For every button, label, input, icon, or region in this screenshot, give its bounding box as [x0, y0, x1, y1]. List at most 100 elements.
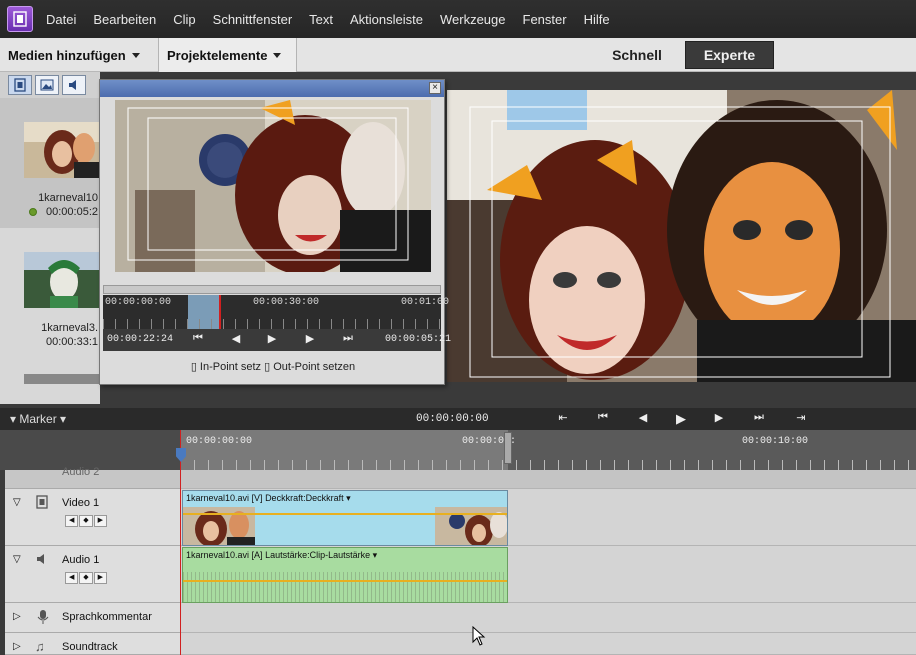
speaker-icon [35, 552, 49, 569]
app-icon[interactable] [7, 6, 33, 32]
go-to-start-icon[interactable]: ⏮ [594, 411, 612, 427]
track-audio2[interactable] [180, 470, 916, 489]
next-keyframe-icon[interactable]: ▶ [93, 515, 107, 527]
step-back-icon[interactable]: ◀ [227, 332, 245, 348]
next-marker-icon[interactable]: ⇥ [792, 411, 810, 427]
video-clip[interactable]: 1karneval10.avi [V] Deckkraft:Deckkraft … [182, 490, 508, 546]
toolbar: Medien hinzufügen Projektelemente Schnel… [0, 38, 916, 72]
play-icon[interactable]: ▶ [263, 332, 281, 348]
track-video1[interactable]: 1karneval10.avi [V] Deckkraft:Deckkraft … [180, 489, 916, 546]
film-icon [13, 11, 27, 27]
track-header-narration[interactable]: ▷ Sprachkommentar [5, 603, 180, 633]
asset-duration: 00:00:33:1 [46, 336, 98, 348]
go-to-end-icon[interactable]: ⏭ [750, 411, 768, 427]
menu-actionbar[interactable]: Aktionsleiste [350, 12, 423, 27]
clip-monitor-scrollbar[interactable] [103, 285, 441, 294]
go-to-start-icon[interactable]: ⏮ [189, 332, 207, 348]
menu-timeline[interactable]: Schnittfenster [213, 12, 293, 27]
step-forward-icon[interactable]: ▶ [710, 411, 728, 427]
mouse-cursor-icon [472, 626, 486, 646]
timeline-ruler[interactable]: 00:00:00:00 00:00:05: 00:00:10:00 [0, 430, 916, 470]
set-in-label: In-Point setz [199, 361, 262, 373]
film-icon [35, 495, 49, 512]
add-media-dropdown[interactable]: Medien hinzufügen [0, 38, 159, 72]
carnival-frame [447, 90, 916, 382]
collapse-icon[interactable]: ▽ [13, 497, 21, 508]
step-back-icon[interactable]: ◀ [634, 411, 652, 427]
project-assets-panel: 1karneval10 00:00:05:2 1karneval3. 00:00… [0, 72, 100, 404]
volume-rubberband[interactable] [183, 580, 507, 582]
expand-icon[interactable]: ▷ [13, 641, 21, 652]
previous-marker-icon[interactable]: ⇤ [554, 411, 572, 427]
track-header-video1[interactable]: ▽ Video 1 ◀ ◆ ▶ [5, 489, 180, 546]
menu-text[interactable]: Text [309, 12, 333, 27]
asset-item[interactable]: 1karneval10 00:00:05:2 [0, 98, 100, 228]
speaker-icon [69, 80, 76, 90]
set-out-point-button[interactable]: ▯ Out-Point setzen [264, 361, 355, 373]
audio-clip[interactable]: 1karneval10.avi [A] Lautstärke:Clip-Laut… [182, 547, 508, 603]
play-icon[interactable]: ▶ [672, 411, 690, 427]
quick-mode-button[interactable]: Schnell [598, 42, 676, 68]
filter-video-button[interactable] [8, 75, 32, 95]
keyframe-navigator[interactable]: ◀ ◆ ▶ [65, 515, 107, 527]
clip-monitor-timeline[interactable]: 00:00:00:00 00:00:30:00 00:01:00 [103, 295, 449, 329]
audio-clip-name: 1karneval10.avi [A] [186, 550, 263, 560]
program-monitor-video[interactable] [447, 90, 916, 382]
track-narration[interactable] [180, 603, 916, 633]
clip-monitor-titlebar[interactable]: × [100, 80, 444, 97]
work-area-end-handle[interactable] [504, 432, 512, 464]
filter-audio-button[interactable] [62, 75, 86, 95]
menu-tools[interactable]: Werkzeuge [440, 12, 506, 27]
opacity-rubberband[interactable] [183, 513, 507, 515]
project-assets-label: Projektelemente [167, 47, 268, 63]
menu-window[interactable]: Fenster [523, 12, 567, 27]
track-header-audio1[interactable]: ▽ Audio 1 ◀ ◆ ▶ [5, 546, 180, 603]
asset-item[interactable]: 1karneval3. 00:00:33:1 [0, 228, 100, 358]
menu-help[interactable]: Hilfe [584, 12, 610, 27]
video-clip-label: 1karneval10.avi [V] Deckkraft:Deckkraft … [186, 493, 351, 503]
music-icon: ♫ [35, 639, 45, 654]
track-audio1[interactable]: 1karneval10.avi [A] Lautstärke:Clip-Laut… [180, 546, 916, 603]
program-monitor [447, 72, 916, 404]
asset-duration: 00:00:05:2 [46, 206, 98, 218]
menu-clip[interactable]: Clip [173, 12, 195, 27]
clip-monitor-window[interactable]: × 00:00:00:00 00:00:30:00 00:01:00 00:00… [99, 79, 451, 385]
keyframe-navigator[interactable]: ◀ ◆ ▶ [65, 572, 107, 584]
expand-icon[interactable]: ▷ [13, 611, 21, 622]
close-icon[interactable]: × [429, 82, 441, 94]
clip-monitor-video[interactable] [115, 100, 431, 272]
menu-file[interactable]: Datei [46, 12, 76, 27]
track-soundtrack[interactable] [180, 633, 916, 655]
clip-ruler-ticks [103, 319, 441, 329]
marker-label: Marker [19, 412, 57, 426]
next-keyframe-icon[interactable]: ▶ [93, 572, 107, 584]
add-media-label: Medien hinzufügen [8, 47, 126, 63]
asset-name: 1karneval10 [38, 192, 98, 204]
audio-clip-label: 1karneval10.avi [A] Lautstärke:Clip-Laut… [186, 550, 378, 560]
carnival-thumbnail [24, 122, 100, 178]
track-header-audio2[interactable]: Audio 2 [5, 466, 180, 489]
menu-edit[interactable]: Bearbeiten [93, 12, 156, 27]
prev-keyframe-icon[interactable]: ◀ [65, 572, 79, 584]
expert-mode-button[interactable]: Experte [685, 41, 774, 69]
set-in-point-button[interactable]: ▯ In-Point setz [191, 361, 261, 373]
track-name-audio2: Audio 2 [62, 466, 100, 478]
prev-keyframe-icon[interactable]: ◀ [65, 515, 79, 527]
step-forward-icon[interactable]: ▶ [301, 332, 319, 348]
collapse-icon[interactable]: ▽ [13, 554, 21, 565]
filter-image-button[interactable] [35, 75, 59, 95]
timeline-transport-bar: ▾ Marker ▾ 00:00:00:00 ⇤ ⏮ ◀ ▶ ▶ ⏭ ⇥ [0, 408, 916, 430]
track-header-soundtrack[interactable]: ▷ ♫ Soundtrack [5, 633, 180, 655]
marker-menu[interactable]: ▾ Marker ▾ [10, 412, 66, 426]
ruler-track[interactable]: 00:00:00:00 00:00:05: 00:00:10:00 [180, 430, 916, 470]
add-keyframe-icon[interactable]: ◆ [79, 515, 93, 527]
ruler-mid-time: 00:00:30:00 [253, 297, 320, 308]
clip-duration: 00:00:05:21 [385, 334, 452, 345]
project-assets-dropdown[interactable]: Projektelemente [159, 38, 297, 72]
ruler-time-0: 00:00:00:00 [186, 436, 253, 447]
mask-thumbnail [24, 252, 100, 308]
timeline-playhead[interactable] [180, 430, 181, 655]
asset-thumbnail [24, 122, 100, 178]
go-to-end-icon[interactable]: ⏭ [339, 332, 357, 348]
add-keyframe-icon[interactable]: ◆ [79, 572, 93, 584]
